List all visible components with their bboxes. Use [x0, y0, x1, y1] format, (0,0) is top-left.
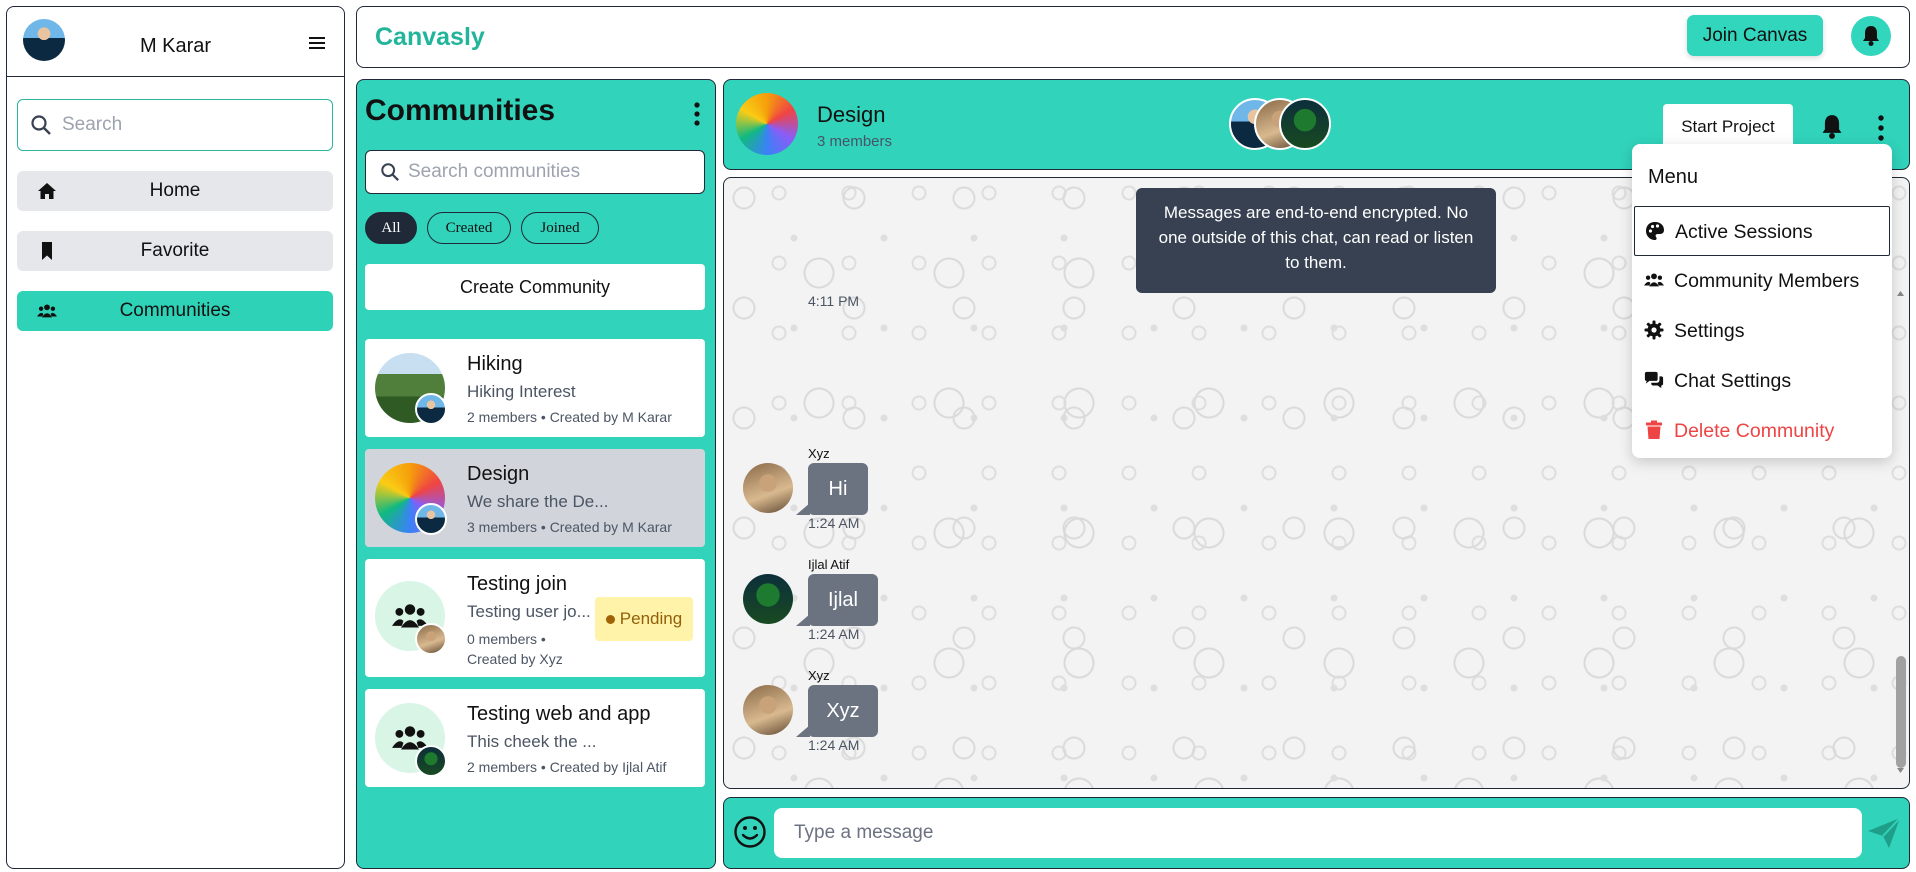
send-icon[interactable]: [1867, 817, 1901, 849]
community-name: Design: [467, 463, 530, 485]
pending-status-badge: Pending: [595, 597, 693, 641]
community-meta-line2: Created by Xyz: [467, 651, 563, 667]
community-description: Hiking Interest: [467, 382, 576, 401]
message-bubble: Hi: [796, 463, 868, 515]
message-bubble: Xyz: [796, 685, 878, 737]
menu-item-label: Chat Settings: [1674, 370, 1792, 392]
community-meta: 2 members • Created by M Karar: [467, 409, 672, 425]
community-name: Testing web and app: [467, 703, 651, 725]
palette-icon: [1646, 222, 1664, 240]
message-sender: Xyz: [808, 446, 830, 461]
brand-logo[interactable]: Canvasly: [375, 23, 485, 52]
pending-status-label: Pending: [619, 609, 683, 628]
chat-more-icon[interactable]: [1877, 115, 1885, 141]
community-description: This cheek the ...: [467, 732, 597, 751]
menu-item-chat-settings[interactable]: Chat Settings: [1634, 356, 1890, 406]
menu-item-label: Active Sessions: [1675, 221, 1813, 243]
community-card-design[interactable]: Design We share the De... 3 members • Cr…: [365, 449, 705, 547]
member-avatar[interactable]: [1279, 98, 1331, 150]
left-sidebar: M Karar Home Favorite Communities: [6, 6, 345, 869]
community-meta: 2 members • Created by Ijlal Atif: [467, 759, 667, 775]
community-description: We share the De...: [467, 492, 609, 511]
community-card-hiking[interactable]: Hiking Hiking Interest 2 members • Creat…: [365, 339, 705, 437]
nav-label-communities: Communities: [119, 300, 231, 321]
creator-avatar: [415, 745, 447, 777]
communities-more-icon[interactable]: [693, 102, 701, 126]
trash-icon: [1646, 420, 1662, 439]
menu-item-label: Delete Community: [1674, 420, 1835, 442]
create-community-button[interactable]: Create Community: [365, 264, 705, 310]
bell-icon[interactable]: [1819, 114, 1845, 140]
bookmark-icon: [42, 242, 52, 260]
sidebar-search-input[interactable]: [62, 114, 302, 136]
communities-panel: Communities All Created Joined Create Co…: [356, 79, 716, 869]
community-meta: 3 members • Created by M Karar: [467, 519, 672, 535]
message-input[interactable]: [774, 808, 1862, 858]
filter-all-chip[interactable]: All: [365, 212, 417, 244]
menu-item-delete-community[interactable]: Delete Community: [1634, 406, 1890, 456]
community-name: Hiking: [467, 353, 523, 375]
nav-item-communities[interactable]: Communities: [17, 291, 333, 331]
menu-title: Menu: [1648, 166, 1699, 188]
communities-search-box[interactable]: [365, 150, 705, 194]
message-time: 1:24 AM: [808, 626, 860, 642]
notifications-button[interactable]: [1851, 16, 1891, 56]
scrollbar-thumb[interactable]: [1896, 656, 1906, 768]
sender-avatar[interactable]: [743, 574, 793, 624]
chat-dropdown-menu: Menu Active Sessions Community Members S…: [1632, 144, 1892, 458]
creator-avatar: [415, 393, 447, 425]
message-composer: [723, 797, 1910, 869]
message-time: 4:11 PM: [808, 293, 860, 309]
menu-item-label: Settings: [1674, 320, 1745, 342]
community-card-testing-join[interactable]: Testing join Testing user jo... 0 member…: [365, 559, 705, 677]
users-icon: [37, 304, 57, 318]
message-time: 1:24 AM: [808, 515, 860, 531]
sender-avatar[interactable]: [743, 685, 793, 735]
communities-search-input[interactable]: [408, 161, 688, 183]
filter-joined-chip[interactable]: Joined: [521, 212, 599, 244]
menu-item-active-sessions[interactable]: Active Sessions: [1634, 206, 1890, 256]
message-bubble: Ijlal: [796, 574, 878, 626]
sidebar-header: M Karar: [7, 7, 344, 77]
emoji-icon[interactable]: [733, 815, 767, 849]
search-icon: [31, 115, 51, 135]
chat-member-count: 3 members: [817, 133, 893, 150]
filter-created-chip[interactable]: Created: [427, 212, 511, 244]
search-icon: [381, 163, 399, 181]
chat-icon: [1644, 371, 1664, 389]
gear-icon: [1644, 320, 1664, 340]
community-description: Testing user jo...: [467, 602, 591, 621]
nav-label-favorite: Favorite: [140, 240, 210, 261]
nav-item-favorite[interactable]: Favorite: [17, 231, 333, 271]
chat-community-avatar[interactable]: [736, 93, 798, 155]
menu-item-label: Community Members: [1674, 270, 1860, 292]
clock-icon: [605, 614, 615, 624]
home-icon: [38, 183, 56, 199]
bell-icon: [1863, 26, 1879, 46]
communities-title: Communities: [365, 94, 556, 127]
menu-item-settings[interactable]: Settings: [1634, 306, 1890, 356]
sidebar-search-box[interactable]: [17, 99, 333, 151]
encryption-notice: Messages are end-to-end encrypted. No on…: [1136, 188, 1496, 293]
menu-item-community-members[interactable]: Community Members: [1634, 256, 1890, 306]
chat-title: Design: [817, 102, 886, 127]
join-canvas-button[interactable]: Join Canvas: [1687, 15, 1823, 56]
message-sender: Ijlal Atif: [808, 557, 850, 572]
nav-item-home[interactable]: Home: [17, 171, 333, 211]
message-sender: Xyz: [808, 668, 830, 683]
creator-avatar: [415, 503, 447, 535]
sender-avatar[interactable]: [743, 463, 793, 513]
user-name: M Karar: [139, 35, 212, 57]
message-time: 1:24 AM: [808, 737, 860, 753]
community-name: Testing join: [467, 573, 568, 595]
community-meta-line1: 0 members •: [467, 631, 546, 647]
users-icon: [1644, 273, 1664, 287]
top-bar: Canvasly Join Canvas: [356, 6, 1910, 68]
creator-avatar: [415, 623, 447, 655]
nav-label-home: Home: [149, 180, 201, 201]
community-card-testing-web-and-app[interactable]: Testing web and app This cheek the ... 2…: [365, 689, 705, 787]
hamburger-menu-icon[interactable]: [306, 35, 328, 51]
